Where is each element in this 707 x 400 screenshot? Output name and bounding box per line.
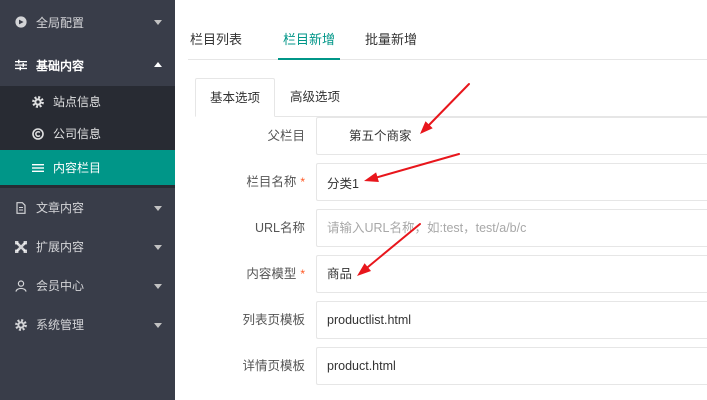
- form-row-content-model: 内容模型 * 商品: [175, 255, 707, 293]
- form-label-text: 内容模型: [246, 267, 297, 281]
- required-mark: *: [300, 267, 305, 281]
- expand-icon: [15, 240, 27, 253]
- form-label: 内容模型 *: [195, 255, 305, 293]
- menu-icon: [32, 162, 44, 174]
- top-tab-bar: 栏目列表 栏目新增 批量新增: [188, 20, 707, 60]
- sidebar-item-label: 系统管理: [36, 318, 85, 332]
- chevron-down-icon: [154, 205, 162, 211]
- form-label: 列表页模板: [195, 301, 305, 339]
- form-row-parent-column: 父栏目 第五个商家: [175, 117, 707, 155]
- sliders-icon: [15, 59, 27, 71]
- sidebar-item-extension-content[interactable]: 扩展内容: [0, 227, 175, 266]
- form-label-text: 详情页模板: [242, 359, 305, 373]
- sidebar-item-label: 站点信息: [53, 95, 102, 109]
- sidebar-item-label: 扩展内容: [36, 240, 85, 254]
- tab-advanced-options[interactable]: 高级选项: [275, 78, 355, 117]
- tab-basic-options[interactable]: 基本选项: [195, 78, 275, 117]
- detail-template-input[interactable]: [316, 347, 707, 385]
- required-mark: *: [300, 175, 305, 189]
- chevron-down-icon: [154, 283, 162, 289]
- chevron-down-icon: [154, 244, 162, 250]
- app-window: 全局配置 基础内容 站点信息 公司信息 内容栏目 文章内容 扩展内容 会员中心 …: [0, 0, 707, 400]
- sidebar-item-article-content[interactable]: 文章内容: [0, 188, 175, 227]
- sidebar-item-basic-content[interactable]: 基础内容: [0, 44, 175, 86]
- user-icon: [15, 279, 27, 292]
- chevron-down-icon: [154, 20, 162, 25]
- list-template-input[interactable]: [316, 301, 707, 339]
- form-label-text: URL名称: [254, 221, 305, 235]
- copyright-icon: [32, 127, 44, 140]
- tab-batch-add[interactable]: 批量新增: [365, 20, 417, 59]
- form-row-detail-template: 详情页模板: [175, 347, 707, 385]
- form-row-list-template: 列表页模板: [175, 301, 707, 339]
- main-content: 栏目列表 栏目新增 批量新增 基本选项 高级选项 父栏目 第五个商家 栏目名称 *: [175, 0, 707, 400]
- sidebar-submenu: 站点信息 公司信息 内容栏目: [0, 86, 175, 188]
- url-name-input[interactable]: [316, 209, 707, 247]
- form-row-url-name: URL名称: [175, 209, 707, 247]
- content-model-select[interactable]: 商品: [316, 255, 707, 293]
- sidebar-item-content-columns[interactable]: 内容栏目: [0, 150, 175, 185]
- tab-column-list[interactable]: 栏目列表: [190, 20, 242, 59]
- form-label-text: 父栏目: [267, 129, 305, 143]
- sidebar-item-system-management[interactable]: 系统管理: [0, 305, 175, 344]
- settings-circle-icon: [15, 16, 27, 28]
- form-label: URL名称: [195, 209, 305, 247]
- sidebar-item-label: 内容栏目: [53, 161, 102, 175]
- sidebar: 全局配置 基础内容 站点信息 公司信息 内容栏目 文章内容 扩展内容 会员中心 …: [0, 0, 175, 400]
- form-label-text: 列表页模板: [242, 313, 305, 327]
- form-label: 栏目名称 *: [195, 163, 305, 201]
- tab-column-add[interactable]: 栏目新增: [278, 20, 340, 60]
- form-label: 父栏目: [195, 117, 305, 155]
- sidebar-item-label: 公司信息: [53, 127, 102, 141]
- gear-icon: [15, 318, 27, 331]
- form-label-text: 栏目名称: [246, 175, 297, 189]
- sidebar-item-global-config[interactable]: 全局配置: [0, 0, 175, 44]
- parent-column-select[interactable]: 第五个商家: [316, 117, 707, 155]
- sidebar-item-label: 基础内容: [36, 58, 85, 73]
- sidebar-item-label: 会员中心: [36, 279, 85, 293]
- chevron-down-icon: [154, 322, 162, 328]
- chevron-up-icon: [154, 62, 162, 67]
- content-model-selected-value: 商品: [327, 267, 353, 281]
- form-tab-bar: 基本选项 高级选项: [195, 78, 707, 117]
- sidebar-item-label: 全局配置: [36, 15, 85, 30]
- sidebar-item-label: 文章内容: [36, 201, 85, 215]
- gear-icon: [32, 95, 44, 108]
- form-row-column-name: 栏目名称 *: [175, 163, 707, 201]
- column-form: 父栏目 第五个商家 栏目名称* URL名称 内容模: [175, 117, 707, 393]
- sidebar-item-member-center[interactable]: 会员中心: [0, 266, 175, 305]
- sidebar-item-company-info[interactable]: 公司信息: [0, 117, 175, 150]
- sidebar-item-site-info[interactable]: 站点信息: [0, 86, 175, 117]
- column-name-input[interactable]: [316, 163, 707, 201]
- form-label: 详情页模板: [195, 347, 305, 385]
- document-icon: [15, 201, 27, 214]
- parent-column-selected-value: 第五个商家: [349, 129, 412, 143]
